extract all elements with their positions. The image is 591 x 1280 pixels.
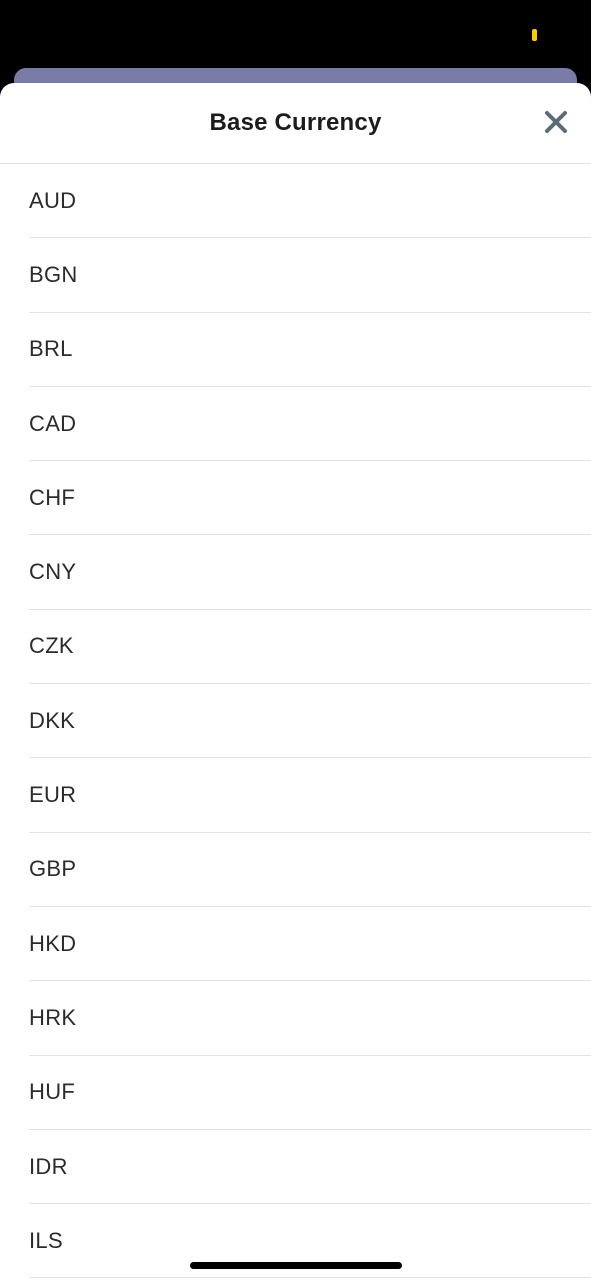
currency-item-czk[interactable]: CZK [29, 610, 591, 685]
home-indicator[interactable] [190, 1262, 402, 1269]
currency-item-cad[interactable]: CAD [29, 387, 591, 462]
currency-label: HRK [29, 1004, 77, 1030]
currency-label: BGN [29, 261, 78, 287]
currency-label: GBP [29, 856, 77, 882]
currency-label: CHF [29, 484, 76, 510]
currency-item-dkk[interactable]: DKK [29, 684, 591, 759]
currency-item-cny[interactable]: CNY [29, 535, 591, 610]
currency-label: HUF [29, 1079, 76, 1105]
currency-item-bgn[interactable]: BGN [29, 238, 591, 313]
close-icon [545, 111, 567, 133]
currency-label: ILS [29, 1227, 63, 1253]
base-currency-sheet: Base Currency AUD BGN BRL CAD CHF CNY CZ… [0, 83, 591, 1280]
currency-label: IDR [29, 1153, 68, 1179]
currency-label: CNY [29, 559, 77, 585]
status-indicator-dot [532, 29, 537, 41]
status-bar [0, 0, 591, 68]
currency-label: HKD [29, 930, 77, 956]
currency-item-gbp[interactable]: GBP [29, 833, 591, 907]
currency-label: CZK [29, 633, 74, 659]
currency-item-idr[interactable]: IDR [29, 1130, 591, 1205]
currency-list: AUD BGN BRL CAD CHF CNY CZK DKK EUR GBP … [0, 164, 591, 1279]
sheet-header: Base Currency [0, 83, 591, 164]
currency-label: BRL [29, 336, 73, 362]
currency-label: EUR [29, 782, 77, 808]
currency-item-huf[interactable]: HUF [29, 1056, 591, 1130]
currency-item-brl[interactable]: BRL [29, 313, 591, 387]
currency-item-chf[interactable]: CHF [29, 461, 591, 536]
currency-label: DKK [29, 707, 76, 733]
sheet-title: Base Currency [209, 109, 382, 136]
currency-label: AUD [29, 187, 77, 213]
currency-item-eur[interactable]: EUR [29, 758, 591, 833]
currency-label: CAD [29, 410, 77, 436]
currency-item-hrk[interactable]: HRK [29, 981, 591, 1056]
currency-item-aud[interactable]: AUD [29, 164, 591, 239]
currency-item-hkd[interactable]: HKD [29, 907, 591, 982]
close-button[interactable] [543, 109, 569, 135]
